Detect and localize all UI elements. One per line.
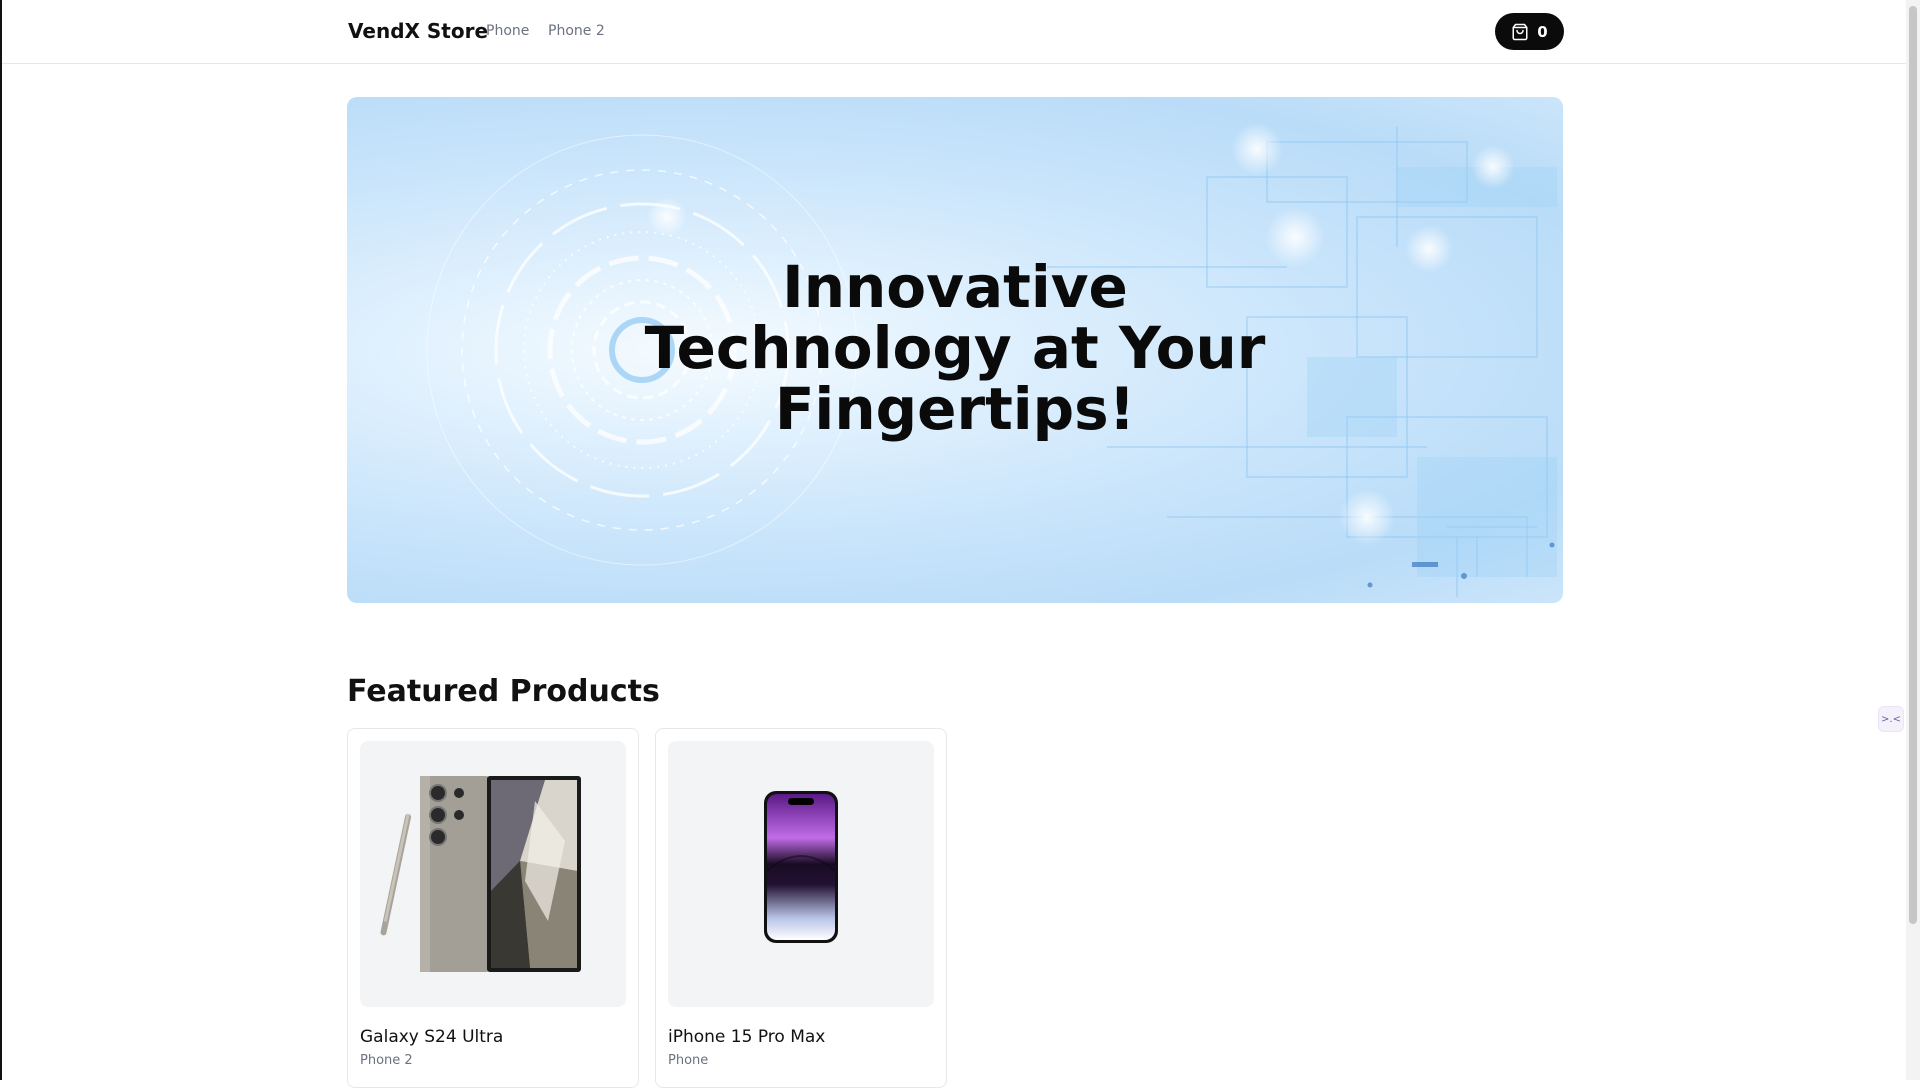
top-navbar: VendX Store Phone Phone 2 0 xyxy=(2,0,1906,64)
nav-link-phone[interactable]: Phone xyxy=(486,23,529,39)
product-card-galaxy-s24-ultra[interactable]: Galaxy S24 Ultra Phone 2 xyxy=(347,728,639,1088)
cart-button[interactable]: 0 xyxy=(1495,13,1564,50)
product-category: Phone 2 xyxy=(360,1053,413,1068)
shopping-bag-icon xyxy=(1512,23,1528,40)
product-image-galaxy-s24-ultra xyxy=(360,741,626,1007)
hero-headline-line-2: Technology at Your xyxy=(644,314,1266,382)
nav-link-phone-2[interactable]: Phone 2 xyxy=(548,23,605,39)
product-name[interactable]: Galaxy S24 Ultra xyxy=(360,1027,503,1047)
product-category: Phone xyxy=(668,1053,709,1068)
hero-headline: Innovative Technology at Your Fingertips… xyxy=(347,257,1563,440)
product-name[interactable]: iPhone 15 Pro Max xyxy=(668,1027,825,1047)
hero-headline-line-1: Innovative xyxy=(782,253,1128,321)
scrollbar-thumb[interactable] xyxy=(1909,6,1917,924)
hero-banner: Innovative Technology at Your Fingertips… xyxy=(347,97,1563,603)
product-card-iphone-15-pro-max[interactable]: iPhone 15 Pro Max Phone xyxy=(655,728,947,1088)
featured-products-heading: Featured Products xyxy=(347,674,660,709)
hero-headline-line-3: Fingertips! xyxy=(774,375,1136,443)
floating-widget-button[interactable]: >.< xyxy=(1878,706,1904,732)
page-scrollbar[interactable] xyxy=(1906,0,1920,1080)
product-image-iphone-15-pro-max xyxy=(668,741,934,1007)
window-left-edge xyxy=(0,0,2,1080)
brand-logo-text[interactable]: VendX Store xyxy=(348,19,488,43)
cart-count: 0 xyxy=(1537,22,1548,41)
